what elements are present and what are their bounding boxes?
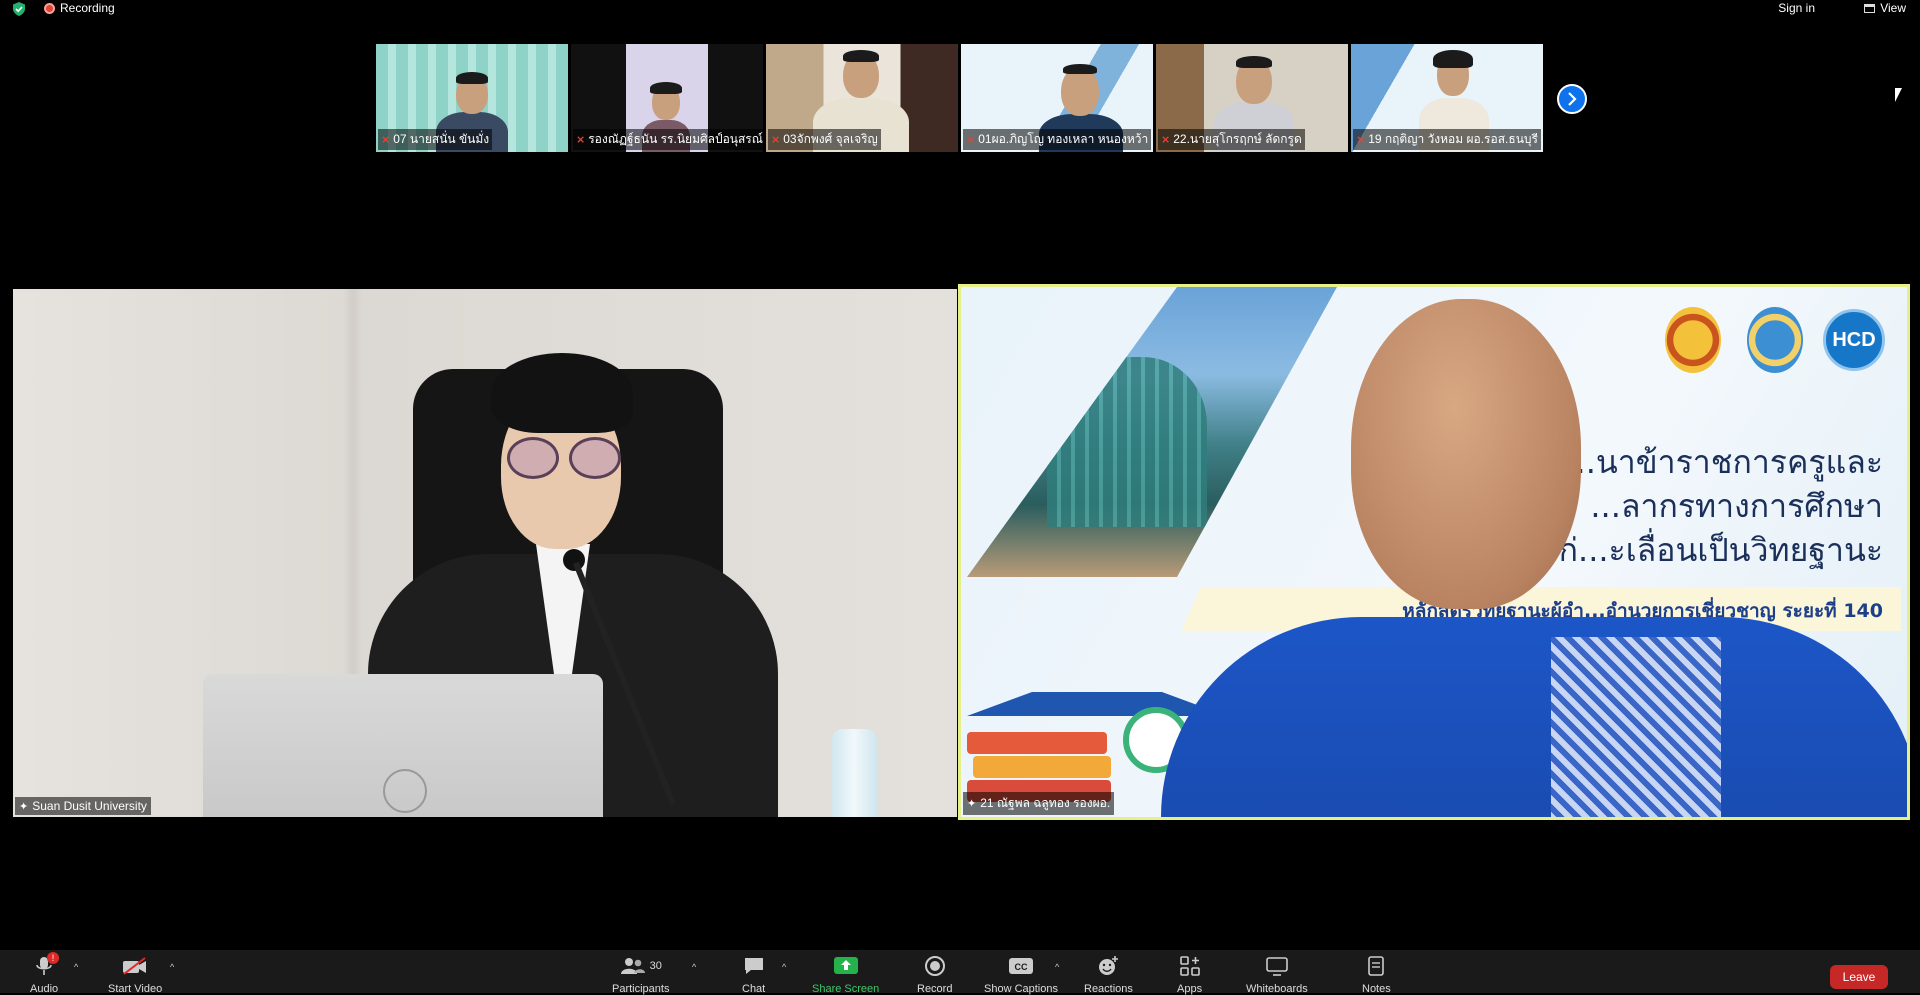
hp-logo-icon — [383, 769, 427, 813]
mic-muted-icon: ⨯ — [381, 134, 391, 146]
view-label: View — [1880, 1, 1906, 15]
video-tile-host[interactable]: ✦ Suan Dusit University — [13, 289, 957, 817]
laptop — [203, 674, 603, 817]
show-captions-button[interactable]: CC Show Captions — [984, 955, 1058, 995]
view-button[interactable]: View — [1864, 1, 1906, 15]
reactions-button[interactable]: Reactions — [1084, 955, 1133, 995]
apps-icon — [1179, 956, 1200, 976]
chat-button[interactable]: Chat — [742, 955, 765, 995]
meeting-toolbar: ! Audio ^ Start Video ^ 30 Participants … — [0, 950, 1920, 995]
video-options-caret[interactable]: ^ — [170, 962, 174, 972]
pin-icon: ✦ — [19, 800, 29, 813]
share-screen-button[interactable]: Share Screen — [812, 955, 879, 995]
glasses-left — [507, 437, 559, 479]
mic-muted-icon: ⨯ — [576, 134, 586, 146]
shield-icon[interactable] — [12, 2, 26, 16]
slide-title-line3: ก่...ะเลื่อนเป็นวิทยฐานะ — [1558, 531, 1883, 569]
slide-building-image — [967, 287, 1337, 577]
mouse-cursor-icon — [1895, 88, 1902, 102]
participant-name-label: ✦ Suan Dusit University — [15, 797, 151, 815]
notes-icon — [1368, 956, 1385, 976]
chat-options-caret[interactable]: ^ — [782, 962, 786, 972]
audio-options-caret[interactable]: ^ — [74, 962, 78, 972]
participant-thumbnail[interactable]: ⨯ 03จักพงศ์ จุลเจริญ — [766, 44, 958, 152]
chat-icon — [744, 958, 763, 974]
participant-thumbnail[interactable]: ⨯ 19 กฤติญา วังหอม ผอ.รอส.ธนบุรี — [1351, 44, 1543, 152]
svg-text:CC: CC — [1015, 962, 1028, 972]
recording-label: Recording — [60, 1, 115, 15]
ministry-logo-icon — [1747, 307, 1803, 373]
start-video-button[interactable]: Start Video — [108, 955, 162, 995]
participants-button[interactable]: 30 Participants — [612, 955, 669, 995]
participant-name-label: ⨯ 19 กฤติญา วังหอม ผอ.รอส.ธนบุรี — [1353, 129, 1541, 150]
sign-in-button[interactable]: Sign in — [1778, 1, 1815, 15]
participants-options-caret[interactable]: ^ — [692, 962, 696, 972]
recording-indicator[interactable]: Recording — [44, 1, 115, 15]
participant-thumbnail[interactable]: ⨯ 01ผอ.ภิญโญ ทองเหลา หนองหว้า — [961, 44, 1153, 152]
emblem-logo-icon — [1665, 307, 1721, 373]
participants-icon — [620, 958, 645, 974]
view-icon — [1864, 3, 1876, 13]
top-bar: Recording Sign in View — [0, 0, 1920, 18]
captions-options-caret[interactable]: ^ — [1055, 962, 1059, 972]
video-off-icon — [123, 957, 147, 975]
books-illustration — [967, 672, 1227, 807]
mic-muted-icon: ⨯ — [1161, 134, 1171, 146]
audio-warning-badge: ! — [47, 952, 60, 964]
share-screen-icon — [833, 957, 858, 974]
pin-icon: ✦ — [967, 798, 977, 810]
person-hair — [491, 353, 633, 433]
participants-count: 30 — [649, 960, 662, 972]
participant-name-label: ✦ 21 ณัฐพล ฉลูทอง รองผอ. — [963, 792, 1115, 815]
participant-thumbnail[interactable]: ⨯ 22.นายสุโกรฤกษ์ ลัดกรูด — [1156, 44, 1348, 152]
participant-name-label: ⨯ 03จักพงศ์ จุลเจริญ — [768, 129, 881, 150]
glasses-right — [569, 437, 621, 479]
next-page-button[interactable] — [1557, 84, 1587, 114]
record-button[interactable]: Record — [917, 955, 952, 995]
mic-muted-icon: ⨯ — [1356, 134, 1366, 146]
notes-button[interactable]: Notes — [1362, 955, 1391, 995]
mic-muted-icon: ⨯ — [966, 134, 976, 146]
water-bottle — [831, 729, 877, 817]
reactions-icon — [1099, 956, 1119, 975]
captions-icon: CC — [1009, 958, 1033, 974]
participant-thumbnail[interactable]: ⨯ 07 นายสนั่น ขันมั่ง — [376, 44, 568, 152]
mic-muted-icon: ⨯ — [771, 134, 781, 146]
speaker-shirt — [1161, 617, 1907, 817]
video-tile-active-speaker[interactable]: HCD ...นาข้าราชการครูและ ...ลากรทางการศึ… — [958, 284, 1910, 820]
leave-button[interactable]: Leave — [1830, 965, 1888, 989]
audio-button[interactable]: ! Audio — [30, 952, 60, 995]
participant-name-label: ⨯ รองณัฏฐ์ธนัน รร.นิยมศิลป์อนุสรณ์ — [573, 129, 763, 150]
speaker-head — [1351, 299, 1581, 609]
apps-button[interactable]: Apps — [1177, 955, 1202, 995]
whiteboards-button[interactable]: Whiteboards — [1246, 955, 1308, 995]
recording-dot-icon — [44, 2, 55, 14]
participant-name-label: ⨯ 01ผอ.ภิญโญ ทองเหลา หนองหว้า — [963, 129, 1152, 150]
hcd-logo: HCD — [1823, 309, 1885, 371]
participant-thumbnail[interactable]: ⨯ รองณัฏฐ์ธนัน รร.นิยมศิลป์อนุสรณ์ — [571, 44, 763, 152]
participant-name-label: ⨯ 07 นายสนั่น ขันมั่ง — [378, 129, 493, 150]
record-icon — [924, 956, 945, 976]
chevron-right-icon — [1568, 92, 1577, 106]
participant-name-label: ⨯ 22.นายสุโกรฤกษ์ ลัดกรูด — [1158, 129, 1305, 150]
whiteboard-icon — [1266, 957, 1288, 976]
